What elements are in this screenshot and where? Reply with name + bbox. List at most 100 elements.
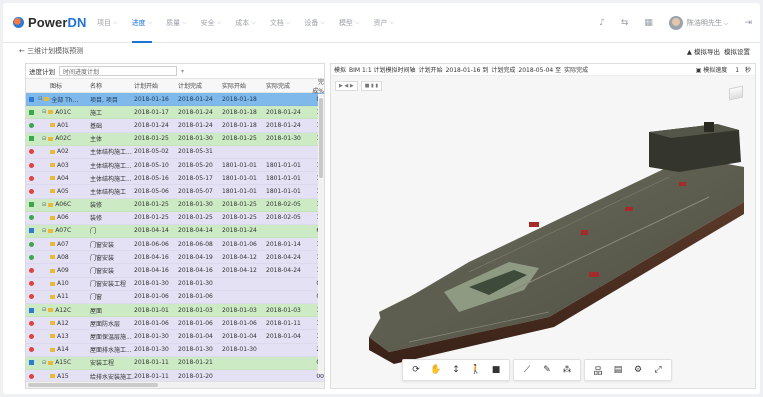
pen-icon[interactable]: ✎ [540,363,554,377]
grid-icon[interactable]: ▦ [644,18,653,28]
explode-icon[interactable]: ⁂ [560,363,574,377]
tree-cell[interactable]: A15 [36,373,90,380]
hscroll-thumb[interactable] [28,383,158,387]
tree-cell[interactable]: A09 [36,267,90,274]
tree-cell[interactable]: A11 [36,293,90,300]
building-model[interactable] [349,112,749,372]
settings-icon[interactable]: ⚙ [631,363,645,377]
tree-cell[interactable]: ⊟ A02C [36,135,90,142]
pan-icon[interactable]: ✋ [429,363,443,377]
user-menu[interactable]: 陈浩明先生 ⌵ [687,18,729,28]
share-icon[interactable]: ⇆ [621,18,629,28]
table-row[interactable]: ⊟A15C安装工程2018-01-112018-01-2100 [26,356,324,370]
model-marker[interactable] [529,222,539,227]
structure-icon[interactable]: 品 [591,363,605,377]
table-row[interactable]: ⊟ 全部 Th... 项目, 项目 2018-01-16 2018-01-24 2018-… [26,93,324,107]
tree-cell[interactable]: ⊟ A06C [36,201,90,208]
col-icon[interactable]: 图标 [36,81,90,90]
calendar-icon[interactable]: ▣ [696,67,702,74]
tree-cell[interactable]: A07 [36,241,90,248]
collapse-icon[interactable]: ⊟ [42,228,46,234]
table-row[interactable]: A12 屋面防水层 2018-01-06 2018-01-06 2018-01-06 20… [26,317,324,331]
collapse-icon[interactable]: ⊟ [42,202,46,208]
logout-icon[interactable]: ⇥ [744,18,752,28]
tree-cell[interactable]: A01 [36,122,90,129]
table-row[interactable]: A08 门窗安装 2018-04-16 2018-04-19 2018-04-12 201… [26,251,324,265]
table-row[interactable]: A06 装修 2018-01-25 2018-01-25 2018-01-25 2018-… [26,211,324,225]
horizontal-scrollbar[interactable] [26,381,324,388]
table-row[interactable]: A04 主体结构施工... 2018-05-16 2018-05-17 1801-01-… [26,172,324,186]
table-row[interactable]: ⊟A07C门2018-04-142018-04-142018-01-2464 [26,224,324,239]
model-vent[interactable] [704,122,714,132]
settings-button[interactable]: 模拟设置 [724,46,750,56]
plan-start-value[interactable]: 2018-01-16 到 [446,65,489,74]
col-actual-end[interactable]: 实际完成 [266,81,310,90]
scroll-thumb[interactable] [319,98,323,178]
table-row[interactable]: A10门窗安装工程2018-01-302018-01-3001 [26,277,324,291]
nav-item[interactable]: 进度 ⌵ [131,3,152,43]
tree-cell[interactable]: A08 [36,254,90,261]
nav-item[interactable]: 文档 ⌵ [270,3,291,43]
tree-cell[interactable]: ⊟ A12C [36,307,90,314]
orbit-icon[interactable]: ⟳ [409,363,423,377]
table-row[interactable]: ⊟ A12C 屋面 2018-01-01 2018-01-03 2018-01-03 201… [26,304,324,318]
model-viewer[interactable]: 模拟 BIM 1:1 计划模拟时间轴 计划开始 2018-01-16 到 计划完… [330,63,756,389]
tree-cell[interactable]: ⊟ 全部 Th... [36,95,90,104]
chevron-down-icon[interactable]: ▾ [181,68,184,75]
viewcube-icon[interactable] [725,81,747,103]
sim-tab[interactable]: 模拟 [334,65,346,74]
nav-item[interactable]: 安全 ⌵ [201,3,222,43]
tree-cell[interactable]: A14 [36,346,90,353]
tree-cell[interactable]: A05 [36,188,90,195]
collapse-icon[interactable]: ⊟ [42,307,46,313]
model-marker[interactable] [679,182,686,186]
speed-value[interactable]: 1 [735,67,739,74]
col-percent[interactable]: 完成% [310,77,324,95]
camera-icon[interactable]: ■ [489,363,503,377]
nav-item[interactable]: 质量 ⌵ [166,3,187,43]
brand-logo[interactable]: PowerDN [13,15,91,30]
tree-cell[interactable]: A02 [36,148,90,155]
zoom-icon[interactable]: ↕ [449,363,463,377]
tree-cell[interactable]: A10 [36,280,90,287]
measure-icon[interactable]: ⟋ [520,363,534,377]
tree-cell[interactable]: A13 [36,333,90,340]
tree-cell[interactable]: A06 [36,214,90,221]
collapse-icon[interactable]: ⊟ [38,96,42,102]
walk-icon[interactable]: 🚶 [469,363,483,377]
collapse-icon[interactable]: ⊟ [42,109,46,115]
model-marker[interactable] [581,230,588,235]
viewcube-face[interactable] [729,85,743,101]
fullscreen-icon[interactable]: ⤢ [651,363,665,377]
collapse-icon[interactable]: ⊟ [42,136,46,142]
document-icon[interactable]: ▤ [611,363,625,377]
plan-select[interactable]: 时间进度计划 [59,66,177,76]
collapse-icon[interactable]: ⊟ [42,360,46,366]
table-row[interactable]: A11门窗2018-01-062018-01-0600 [26,290,324,304]
table-row[interactable]: A13 屋面保温层施... 2018-01-30 2018-01-04 2018-01-… [26,330,324,344]
tree-cell[interactable]: A03 [36,162,90,169]
play-button[interactable]: ▶ ◀ ▶ [335,81,358,91]
model-marker[interactable] [589,272,599,277]
stop-button[interactable]: ■ ▮ ▮ [360,81,383,91]
table-row[interactable]: A03 主体结构施工... 2018-05-10 2018-05-20 1801-01-… [26,158,324,173]
col-actual-start[interactable]: 实际开始 [222,81,266,90]
col-plan-end[interactable]: 计划完成 [178,81,222,90]
table-row[interactable]: A14 屋面排水施工... 2018-01-30 2018-01-30 2018-01-… [26,343,324,357]
tree-cell[interactable]: A04 [36,175,90,182]
table-row[interactable]: A01 基础 2018-01-24 2018-01-24 2018-01-18 2018-… [26,119,324,133]
model-marker[interactable] [625,207,633,211]
nav-item[interactable]: 项目 ⌵ [97,3,118,43]
nav-item[interactable]: 资产 ⌵ [374,3,395,43]
plan-end-value[interactable]: 2018-05-04 至 [518,65,561,74]
vertical-scrollbar[interactable] [318,94,324,374]
export-button[interactable]: ▲ 模拟导出 [687,46,720,56]
breadcrumb[interactable]: ← 三维计划模拟预测 [19,46,83,56]
table-row[interactable]: ⊟ A02C 主体 2018-01-25 2018-01-30 2018-01-25 201… [26,132,324,146]
nav-item[interactable]: 成本 ⌵ [235,3,256,43]
table-row[interactable]: A05 主体结构施工 2018-05-06 2018-05-07 1801-01-01 1… [26,185,324,199]
bell-icon[interactable]: ♪ [599,18,605,28]
table-row[interactable]: A09 门窗安装 2018-04-16 2018-04-16 2018-04-12 201… [26,264,324,278]
col-plan-start[interactable]: 计划开始 [134,81,178,90]
tree-cell[interactable]: ⊟ A07C [36,227,90,234]
